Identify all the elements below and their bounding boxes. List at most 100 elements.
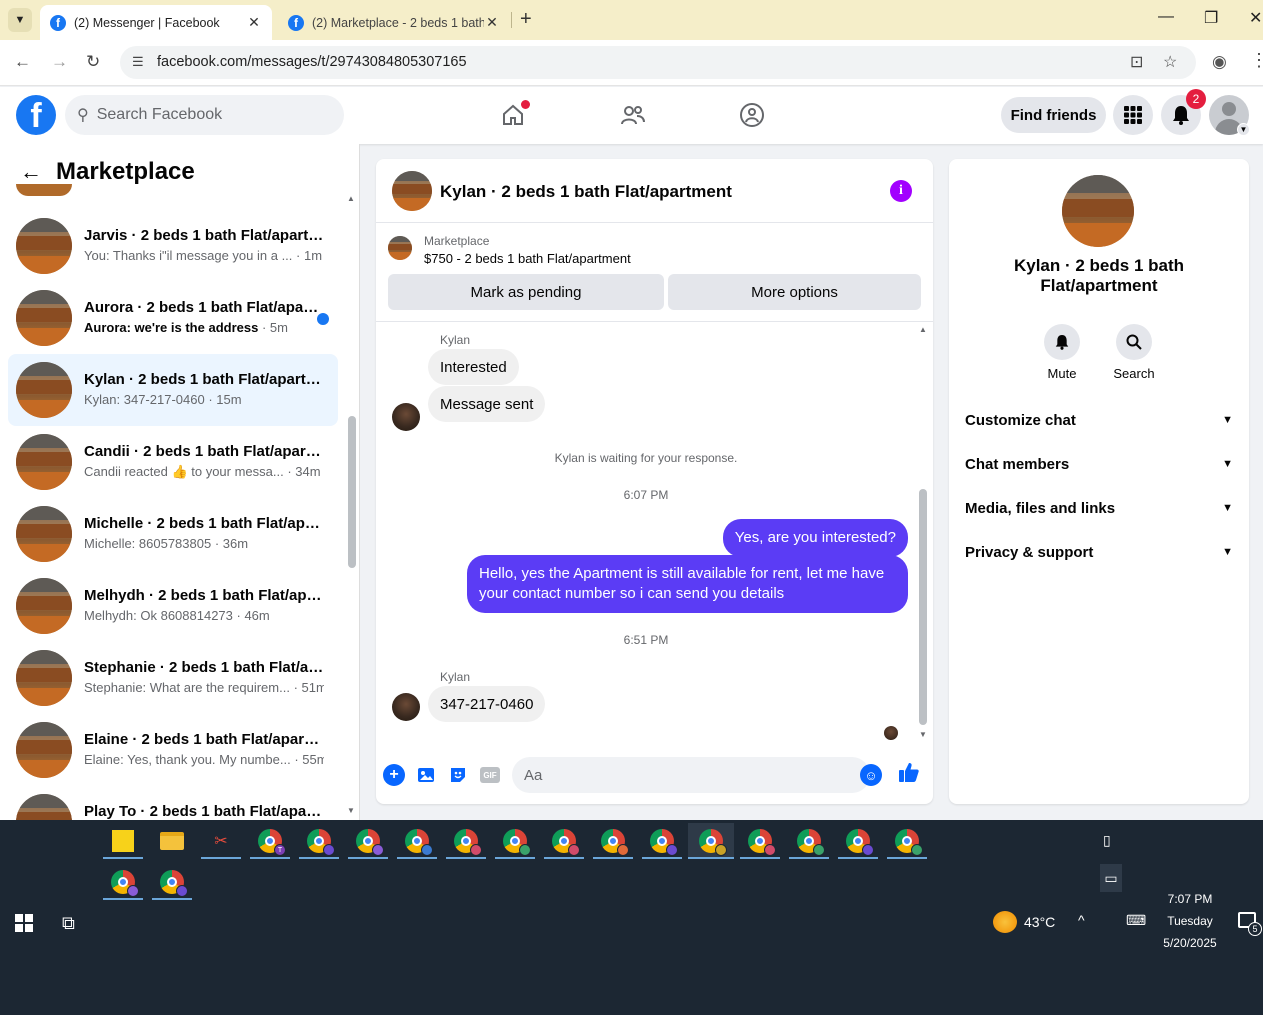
- scroll-up-arrow-icon[interactable]: ▲: [919, 325, 927, 334]
- omnibox[interactable]: ☰ facebook.com/messages/t/29743084805307…: [120, 46, 1196, 79]
- bell-icon[interactable]: [1044, 324, 1080, 360]
- outgoing-message[interactable]: Yes, are you interested?: [722, 519, 908, 557]
- chrome-window[interactable]: [887, 823, 927, 859]
- chrome-window[interactable]: [299, 823, 339, 859]
- media-files-links-section[interactable]: Media, files and links ▼: [965, 494, 1233, 522]
- chrome-window[interactable]: [838, 823, 878, 859]
- back-arrow-icon[interactable]: ←: [20, 159, 42, 185]
- site-info-icon[interactable]: ☰: [132, 54, 144, 70]
- back-arrow-icon[interactable]: ←: [14, 52, 31, 72]
- conversation-scrollbar[interactable]: [919, 489, 927, 725]
- chrome-window-active[interactable]: [688, 823, 734, 859]
- thread-item-active[interactable]: Kylan · 2 beds 1 bath Flat/apartment Kyl…: [8, 354, 338, 426]
- install-app-icon[interactable]: ⊡: [1130, 52, 1143, 72]
- mark-as-pending-button[interactable]: Mark as pending: [388, 274, 664, 310]
- phone-link-icon[interactable]: ▯: [1103, 832, 1111, 849]
- menu-grid-icon[interactable]: [1113, 95, 1153, 135]
- thread-item[interactable]: Michelle · 2 beds 1 bath Flat/apartment …: [8, 498, 338, 570]
- close-window-button[interactable]: ✕: [1249, 8, 1262, 28]
- contact-avatar[interactable]: [1062, 175, 1134, 247]
- privacy-support-section[interactable]: Privacy & support ▼: [965, 538, 1233, 566]
- chrome-window[interactable]: [495, 823, 535, 859]
- new-tab-button[interactable]: +: [520, 8, 532, 31]
- forward-arrow-icon[interactable]: →: [51, 52, 68, 72]
- facebook-logo-icon[interactable]: f: [16, 95, 56, 135]
- listing-price-title[interactable]: $750 - 2 beds 1 bath Flat/apartment: [424, 251, 631, 266]
- find-friends-button[interactable]: Find friends: [1001, 97, 1106, 133]
- url-text[interactable]: facebook.com/messages/t/2974308480530716…: [157, 54, 467, 70]
- chat-members-section[interactable]: Chat members ▼: [965, 450, 1233, 478]
- sender-avatar[interactable]: [392, 403, 420, 431]
- bookmark-star-icon[interactable]: ☆: [1163, 52, 1177, 72]
- chrome-window[interactable]: [544, 823, 584, 859]
- minimize-button[interactable]: —: [1158, 8, 1174, 26]
- sticky-notes-app[interactable]: [103, 823, 143, 859]
- tab-marketplace[interactable]: f (2) Marketplace - 2 beds 1 bath Flat/a…: [278, 5, 510, 40]
- friends-icon[interactable]: [619, 101, 647, 129]
- thread-item[interactable]: Melhydh · 2 beds 1 bath Flat/apartment M…: [8, 570, 338, 642]
- conversation-avatar[interactable]: [392, 171, 432, 211]
- chrome-window[interactable]: [642, 823, 682, 859]
- gif-icon[interactable]: GIF: [480, 767, 500, 783]
- sticker-icon[interactable]: [447, 764, 469, 786]
- thread-item[interactable]: Elaine · 2 beds 1 bath Flat/apartment El…: [8, 714, 338, 786]
- tab-messenger[interactable]: f (2) Messenger | Facebook ✕: [40, 5, 272, 40]
- incoming-message[interactable]: Interested: [428, 349, 519, 385]
- search-action[interactable]: Search: [1104, 324, 1164, 381]
- thread-list-scrollbar[interactable]: [348, 416, 356, 568]
- file-explorer-app[interactable]: [152, 823, 192, 859]
- reload-icon[interactable]: ↻: [86, 52, 100, 72]
- thread-item[interactable]: Aurora · 2 beds 1 bath Flat/apartment Au…: [8, 282, 338, 354]
- browser-menu-icon[interactable]: ⋮: [1250, 50, 1263, 71]
- show-hidden-icons-chevron-icon[interactable]: ^: [1078, 912, 1085, 928]
- thread-item[interactable]: Candii · 2 beds 1 bath Flat/apartment Ca…: [8, 426, 338, 498]
- account-chevron-icon[interactable]: ▼: [1237, 123, 1250, 136]
- search-icon[interactable]: [1116, 324, 1152, 360]
- search-facebook-input[interactable]: ⚲ Search Facebook: [65, 95, 344, 135]
- keyboard-icon[interactable]: ⌨: [1126, 912, 1146, 929]
- scroll-up-arrow-icon[interactable]: ▲: [347, 194, 355, 203]
- task-view-icon[interactable]: ⧉: [62, 913, 75, 934]
- tab-close-icon[interactable]: ✕: [484, 14, 500, 31]
- chrome-window[interactable]: [152, 864, 192, 900]
- remote-desktop-icon[interactable]: ▭: [1100, 864, 1122, 892]
- customize-chat-section[interactable]: Customize chat ▼: [965, 406, 1233, 434]
- tab-search-dropdown-icon[interactable]: ▼: [8, 8, 32, 32]
- thread-item[interactable]: Jarvis · 2 beds 1 bath Flat/apartment Yo…: [8, 210, 338, 282]
- chrome-window[interactable]: [103, 864, 143, 900]
- chrome-window[interactable]: T: [250, 823, 290, 859]
- chrome-window[interactable]: [446, 823, 486, 859]
- groups-icon[interactable]: [738, 101, 766, 129]
- chrome-window[interactable]: [789, 823, 829, 859]
- chrome-window[interactable]: [593, 823, 633, 859]
- message-input[interactable]: [512, 757, 870, 793]
- more-options-button[interactable]: More options: [668, 274, 921, 310]
- thumbs-up-icon[interactable]: [898, 761, 920, 789]
- chrome-window[interactable]: [348, 823, 388, 859]
- chrome-window[interactable]: [740, 823, 780, 859]
- clock-day[interactable]: Tuesday: [1158, 914, 1222, 928]
- attach-photo-icon[interactable]: [415, 764, 437, 786]
- mute-action[interactable]: Mute: [1032, 324, 1092, 381]
- browser-profile-icon[interactable]: ◉: [1212, 52, 1227, 72]
- emoji-icon[interactable]: ☺: [860, 764, 882, 786]
- scroll-down-arrow-icon[interactable]: ▼: [919, 730, 927, 739]
- conversation-info-icon[interactable]: i: [890, 180, 912, 202]
- clock-time[interactable]: 7:07 PM: [1158, 892, 1222, 906]
- tab-close-icon[interactable]: ✕: [246, 14, 262, 31]
- more-actions-plus-icon[interactable]: +: [383, 764, 405, 786]
- outgoing-message[interactable]: Hello, yes the Apartment is still availa…: [467, 555, 908, 613]
- weather-temperature[interactable]: 43°C: [1024, 914, 1055, 930]
- thread-item[interactable]: Stephanie · 2 beds 1 bath Flat/apartment…: [8, 642, 338, 714]
- sender-avatar[interactable]: [392, 693, 420, 721]
- windows-start-icon[interactable]: [15, 914, 33, 932]
- snipping-tool-app[interactable]: ✂: [201, 823, 241, 859]
- clock-date[interactable]: 5/20/2025: [1158, 936, 1222, 950]
- conversation-title[interactable]: Kylan · 2 beds 1 bath Flat/apartment: [440, 182, 732, 202]
- restore-button[interactable]: ❐: [1204, 8, 1218, 28]
- incoming-message[interactable]: 347-217-0460: [428, 686, 546, 722]
- weather-sun-icon[interactable]: [993, 911, 1017, 933]
- incoming-message[interactable]: Message sent: [428, 386, 546, 422]
- thread-item[interactable]: Play To · 2 beds 1 bath Flat/apartment: [8, 786, 338, 820]
- scroll-down-arrow-icon[interactable]: ▼: [347, 806, 355, 815]
